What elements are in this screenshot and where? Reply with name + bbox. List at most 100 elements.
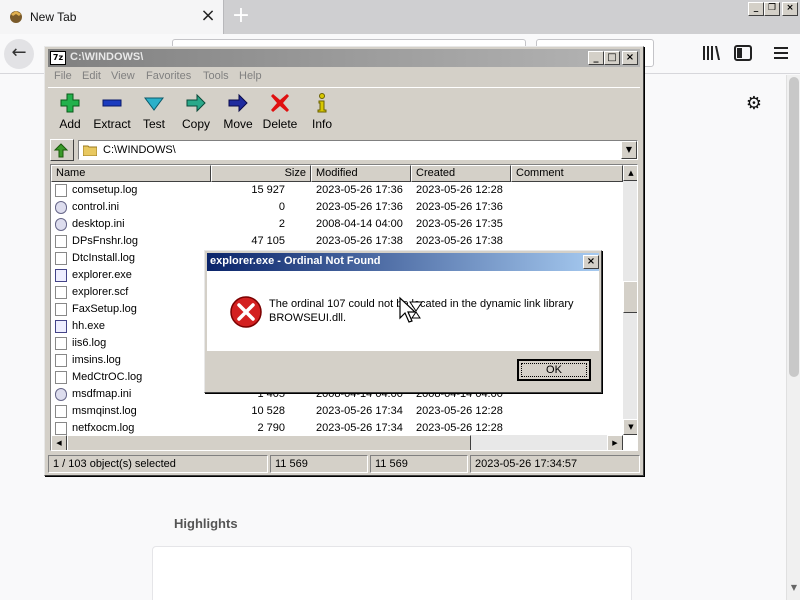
sevenzip-minimize-button[interactable]: _ — [588, 51, 604, 65]
minus-icon — [102, 99, 122, 107]
column-comment[interactable]: Comment — [511, 165, 623, 182]
file-list-vscrollbar[interactable]: ▲ ▼ — [623, 165, 637, 435]
menu-file[interactable]: File — [54, 70, 72, 82]
file-row[interactable]: comsetup.log 15 927 2023-05-26 17:36 2023-0… — [51, 182, 623, 199]
file-modified: 2023-05-26 17:36 — [316, 201, 403, 213]
test-button[interactable]: Test — [132, 90, 176, 134]
file-row[interactable]: msmqinst.log 10 528 2023-05-26 17:34 2023-0… — [51, 403, 623, 420]
chevron-down-icon[interactable]: ▼ — [621, 141, 637, 159]
hscroll-thumb[interactable] — [67, 435, 471, 450]
file-name: msmqinst.log — [72, 405, 137, 417]
file-row[interactable]: control.ini 0 2023-05-26 17:36 2023-05-26 1… — [51, 199, 623, 216]
sidebar-icon[interactable] — [732, 43, 754, 63]
status-packed: 11 569 — [370, 455, 468, 473]
sevenzip-close-button[interactable]: × — [622, 51, 638, 65]
error-icon — [230, 296, 262, 328]
back-button[interactable]: ← — [4, 39, 34, 69]
ok-button[interactable]: OK — [517, 359, 591, 381]
extract-button[interactable]: Extract — [90, 90, 134, 134]
file-size: 2 790 — [257, 422, 285, 434]
column-created[interactable]: Created — [411, 165, 511, 182]
folder-up-icon — [53, 143, 69, 158]
file-size: 15 927 — [251, 184, 285, 196]
file-name: explorer.scf — [72, 286, 129, 298]
sevenzip-maximize-button[interactable]: □ — [604, 51, 620, 65]
file-name: iis6.log — [72, 337, 107, 349]
move-label: Move — [223, 117, 253, 131]
window-minimize-button[interactable]: _ — [748, 2, 764, 16]
file-name: FaxSetup.log — [72, 303, 137, 315]
file-name: control.ini — [72, 201, 120, 213]
menu-view[interactable]: View — [111, 70, 135, 82]
dialog-titlebar[interactable]: explorer.exe - Ordinal Not Found × — [207, 253, 599, 271]
window-close-button[interactable]: × — [782, 2, 798, 16]
library-icon[interactable] — [700, 43, 722, 63]
dialog-close-button[interactable]: × — [583, 255, 599, 269]
column-modified[interactable]: Modified — [311, 165, 411, 182]
file-name: desktop.ini — [72, 218, 125, 230]
move-arrow-icon — [228, 93, 248, 113]
column-name[interactable]: Name — [51, 165, 211, 182]
menu-edit[interactable]: Edit — [82, 70, 101, 82]
add-button[interactable]: Add — [48, 90, 92, 134]
copy-label: Copy — [181, 117, 210, 131]
scroll-down-icon[interactable]: ▼ — [789, 583, 799, 595]
status-bar: 1 / 103 object(s) selected 11 569 11 569… — [48, 455, 640, 473]
extract-label: Extract — [93, 117, 131, 131]
address-text: C:\WINDOWS\ — [103, 144, 176, 156]
menu-tools[interactable]: Tools — [203, 70, 229, 82]
sevenzip-toolbar: Add Extract Test Copy Move Delete Info — [48, 87, 640, 135]
vscroll-thumb[interactable] — [623, 281, 637, 313]
sevenzip-titlebar[interactable]: 7z C:\WINDOWS\ _ □ × — [48, 49, 640, 67]
info-button[interactable]: Info — [300, 90, 344, 134]
text-file-icon — [55, 337, 67, 350]
file-name: DPsFnshr.log — [72, 235, 139, 247]
exe-file-icon — [55, 269, 67, 282]
folder-up-button[interactable] — [50, 139, 74, 161]
file-modified: 2023-05-26 17:34 — [316, 422, 403, 434]
page-scrollbar[interactable]: ▼ — [786, 75, 800, 600]
scroll-right-icon[interactable]: ▶ — [607, 435, 623, 450]
scroll-up-icon[interactable]: ▲ — [623, 165, 637, 181]
delete-button[interactable]: Delete — [258, 90, 302, 134]
text-file-icon — [55, 405, 67, 418]
highlights-card[interactable] — [152, 546, 632, 600]
menu-favorites[interactable]: Favorites — [146, 70, 191, 82]
file-size: 10 528 — [251, 405, 285, 417]
column-size[interactable]: Size — [211, 165, 311, 182]
check-icon — [144, 97, 164, 111]
window-restore-button[interactable]: ❐ — [764, 2, 780, 16]
file-modified: 2023-05-26 17:38 — [316, 235, 403, 247]
file-modified: 2023-05-26 17:36 — [316, 184, 403, 196]
config-file-icon — [55, 201, 67, 214]
browser-tab[interactable]: New Tab × — [0, 0, 224, 34]
text-file-icon — [55, 371, 67, 384]
page-scrollbar-thumb[interactable] — [789, 77, 799, 377]
hamburger-menu-icon[interactable] — [770, 43, 792, 63]
tab-close-icon[interactable]: × — [198, 5, 218, 27]
gear-icon[interactable]: ⚙ — [744, 94, 764, 114]
scroll-left-icon[interactable]: ◀ — [51, 435, 67, 450]
file-row[interactable]: desktop.ini 2 2008-04-14 04:00 2023-05-26 1… — [51, 216, 623, 233]
file-row[interactable]: DPsFnshr.log 47 105 2023-05-26 17:38 2023-0… — [51, 233, 623, 250]
file-name: msdfmap.ini — [72, 388, 132, 400]
menu-help[interactable]: Help — [239, 70, 262, 82]
info-label: Info — [311, 117, 332, 131]
file-modified: 2023-05-26 17:34 — [316, 405, 403, 417]
file-name: DtcInstall.log — [72, 252, 135, 264]
scroll-down-icon[interactable]: ▼ — [623, 419, 637, 435]
file-list-hscrollbar[interactable]: ◀ ▶ — [51, 435, 623, 450]
folder-icon — [83, 145, 97, 156]
file-name: hh.exe — [72, 320, 106, 332]
copy-button[interactable]: Copy — [174, 90, 218, 134]
status-size: 11 569 — [270, 455, 368, 473]
move-button[interactable]: Move — [216, 90, 260, 134]
mouse-cursor-icon — [399, 296, 423, 323]
dialog-message-line2: BROWSEUI.dll. — [269, 312, 347, 324]
file-name: netfxocm.log — [72, 422, 135, 434]
address-combobox[interactable]: C:\WINDOWS\ ▼ — [78, 140, 638, 160]
new-tab-icon[interactable]: + — [228, 4, 254, 30]
add-label: Add — [59, 117, 81, 131]
info-icon — [317, 93, 327, 113]
file-created: 2023-05-26 17:38 — [416, 235, 503, 247]
